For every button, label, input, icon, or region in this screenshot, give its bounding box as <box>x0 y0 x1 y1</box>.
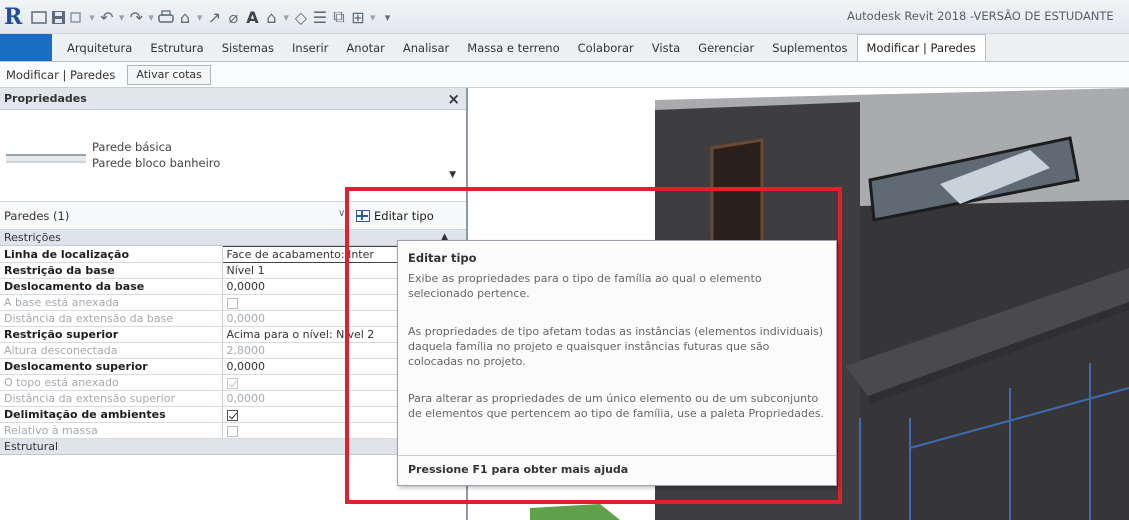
dropdown-arrow-icon[interactable]: ▾ <box>89 11 95 24</box>
group-estrutural-label: Estrutural <box>4 440 59 453</box>
customize-icon[interactable]: ▾ <box>379 6 395 28</box>
tab-arquitetura[interactable]: Arquitetura <box>58 34 141 61</box>
properties-header: Propriedades × <box>0 88 466 110</box>
tab-vista[interactable]: Vista <box>643 34 689 61</box>
dimension-icon[interactable]: ↗ <box>206 6 222 28</box>
redo-icon[interactable]: ↷ <box>128 6 144 28</box>
revit-logo-icon[interactable]: R <box>4 4 22 30</box>
close-hidden-icon[interactable]: ⧉ <box>331 6 347 28</box>
param-name: O topo está anexado <box>0 374 223 391</box>
param-name: Distância da extensão da base <box>0 310 223 327</box>
tab-sistemas[interactable]: Sistemas <box>213 34 283 61</box>
switch-windows-icon[interactable]: ⊞ <box>350 6 366 28</box>
tooltip-description: Exibe as propriedades para o tipo de fam… <box>408 272 762 300</box>
save-icon[interactable] <box>50 6 66 28</box>
title-bar: R ▾ ↶ ▾ ↷ ▾ ⌂ ▾ ↗ ⌀ A ⌂ ▾ ◇ ☰ ⧉ ⊞ ▾ ▾ Au… <box>0 0 1129 34</box>
tab-estrutura[interactable]: Estrutura <box>141 34 212 61</box>
wall-type-thumbnail <box>6 154 86 163</box>
tab-file[interactable] <box>0 34 52 61</box>
close-icon[interactable]: × <box>447 90 460 108</box>
param-name: Distância da extensão superior <box>0 390 223 407</box>
sync-icon[interactable] <box>69 6 85 28</box>
measure-icon[interactable]: ⌂ <box>177 6 193 28</box>
tooltip-help-hint: Pressione F1 para obter mais ajuda <box>408 463 629 476</box>
dropdown-arrow-icon[interactable]: ▾ <box>148 11 154 24</box>
app-title: Autodesk Revit 2018 -VERSÃO DE ESTUDANTE <box>847 9 1114 23</box>
edit-type-tooltip: Editar tipo Exibe as propriedades para o… <box>397 240 837 486</box>
room-bounding-checkbox[interactable] <box>226 409 238 421</box>
options-bar-context: Modificar | Paredes <box>6 67 116 82</box>
param-name: Deslocamento superior <box>0 358 223 375</box>
tab-anotar[interactable]: Anotar <box>337 34 393 61</box>
dropdown-arrow-icon[interactable]: ▾ <box>283 11 289 24</box>
instance-filter-dropdown[interactable]: Paredes (1) <box>4 209 69 223</box>
param-name: Altura desconectada <box>0 342 223 359</box>
thin-lines-icon[interactable]: ☰ <box>312 6 328 28</box>
3d-view-icon[interactable]: ⌂ <box>263 6 279 28</box>
checkbox <box>226 297 238 309</box>
param-name: Relativo à massa <box>0 422 223 439</box>
param-name: Linha de localização <box>0 246 223 263</box>
tooltip-description: As propriedades de tipo afetam todas as … <box>408 325 824 368</box>
type-name-label: Parede bloco banheiro <box>92 156 221 170</box>
param-name: Restrição superior <box>0 326 223 343</box>
param-name: Delimitação de ambientes <box>0 406 223 423</box>
checkbox <box>226 425 238 437</box>
tab-suplementos[interactable]: Suplementos <box>763 34 856 61</box>
tooltip-divider <box>398 455 836 456</box>
param-name: A base está anexada <box>0 294 223 311</box>
tooltip-title: Editar tipo <box>408 251 477 265</box>
ativar-cotas-button[interactable]: Ativar cotas <box>127 64 211 85</box>
tab-massa-e-terreno[interactable]: Massa e terreno <box>458 34 568 61</box>
chevron-down-icon[interactable]: ▼ <box>449 170 456 180</box>
open-icon[interactable] <box>31 6 48 28</box>
tab-analisar[interactable]: Analisar <box>394 34 458 61</box>
section-icon[interactable]: ◇ <box>293 6 309 28</box>
tag-icon[interactable]: ⌀ <box>225 6 241 28</box>
dropdown-arrow-icon[interactable]: ▾ <box>119 11 125 24</box>
options-bar: Modificar | Paredes Ativar cotas <box>0 62 1129 88</box>
properties-title: Propriedades <box>4 92 87 105</box>
dropdown-arrow-icon[interactable]: ▾ <box>370 11 376 24</box>
print-icon[interactable] <box>158 6 174 28</box>
tab-inserir[interactable]: Inserir <box>283 34 337 61</box>
text-icon[interactable]: A <box>244 6 260 28</box>
tab-colaborar[interactable]: Colaborar <box>569 34 643 61</box>
group-restricoes-label: Restrições <box>4 231 61 244</box>
tooltip-description: Para alterar as propriedades de um único… <box>408 392 824 420</box>
quick-access-toolbar: R ▾ ↶ ▾ ↷ ▾ ⌂ ▾ ↗ ⌀ A ⌂ ▾ ◇ ☰ ⧉ ⊞ ▾ ▾ <box>4 4 395 30</box>
tab-gerenciar[interactable]: Gerenciar <box>689 34 763 61</box>
undo-icon[interactable]: ↶ <box>99 6 115 28</box>
tab-modificar-paredes[interactable]: Modificar | Paredes <box>856 34 986 61</box>
ribbon-tabs: Arquitetura Estrutura Sistemas Inserir A… <box>0 34 1129 62</box>
param-name: Deslocamento da base <box>0 278 223 295</box>
dropdown-arrow-icon[interactable]: ▾ <box>197 11 203 24</box>
checkbox <box>226 377 238 389</box>
param-name: Restrição da base <box>0 262 223 279</box>
type-family-label: Parede básica <box>92 140 172 154</box>
